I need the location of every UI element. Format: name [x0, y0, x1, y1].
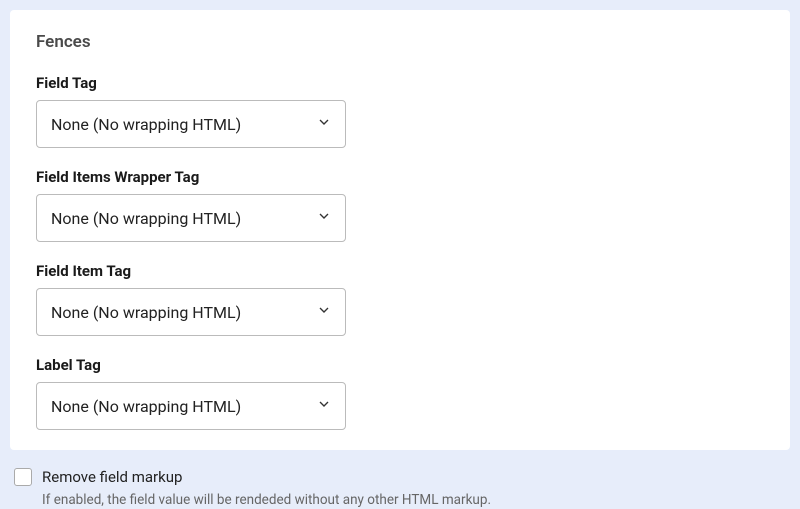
field-tag-value: None (No wrapping HTML): [51, 115, 241, 134]
field-group-items-wrapper-tag: Field Items Wrapper Tag None (No wrappin…: [36, 168, 764, 242]
field-tag-label: Field Tag: [36, 74, 764, 92]
label-tag-label: Label Tag: [36, 356, 764, 374]
fences-panel: Fences Field Tag None (No wrapping HTML)…: [10, 10, 790, 450]
field-items-wrapper-tag-label: Field Items Wrapper Tag: [36, 168, 764, 186]
field-group-item-tag: Field Item Tag None (No wrapping HTML): [36, 262, 764, 336]
field-group-field-tag: Field Tag None (No wrapping HTML): [36, 74, 764, 148]
field-group-label-tag: Label Tag None (No wrapping HTML): [36, 356, 764, 430]
remove-field-markup-help: If enabled, the field value will be rend…: [42, 492, 790, 508]
field-items-wrapper-tag-select[interactable]: None (No wrapping HTML): [36, 194, 346, 242]
below-options: Remove field markup If enabled, the fiel…: [10, 450, 790, 508]
field-tag-select[interactable]: None (No wrapping HTML): [36, 100, 346, 148]
remove-field-markup-row: Remove field markup: [14, 468, 790, 486]
field-items-wrapper-tag-value: None (No wrapping HTML): [51, 209, 241, 228]
field-item-tag-label: Field Item Tag: [36, 262, 764, 280]
label-tag-value: None (No wrapping HTML): [51, 397, 241, 416]
remove-field-markup-label: Remove field markup: [42, 468, 182, 486]
field-item-tag-value: None (No wrapping HTML): [51, 303, 241, 322]
remove-field-markup-checkbox[interactable]: [14, 468, 32, 486]
field-item-tag-select[interactable]: None (No wrapping HTML): [36, 288, 346, 336]
label-tag-select[interactable]: None (No wrapping HTML): [36, 382, 346, 430]
panel-title: Fences: [36, 32, 764, 52]
